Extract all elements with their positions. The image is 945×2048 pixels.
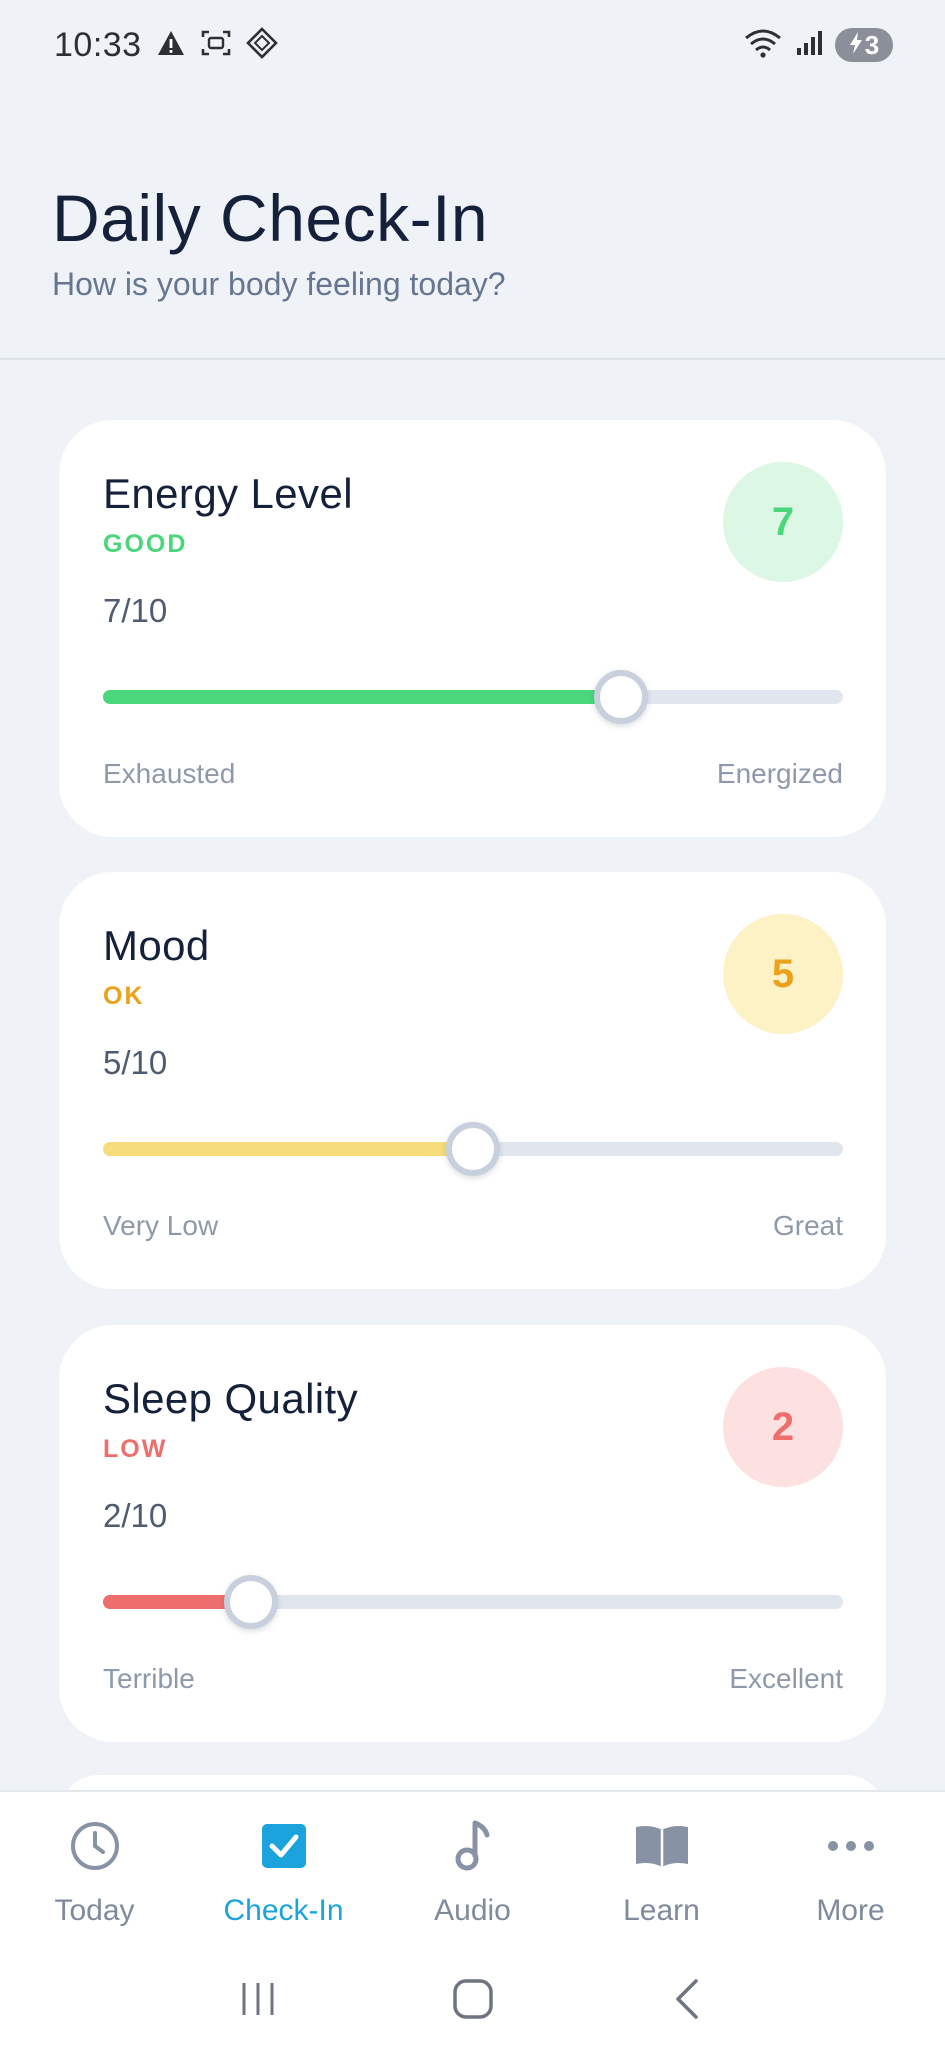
slider-thumb[interactable] xyxy=(224,1575,278,1629)
card-status-label: OK xyxy=(103,982,145,1010)
nav-label: Today xyxy=(54,1894,135,1927)
card-title: Sleep Quality xyxy=(103,1375,359,1422)
music-note-icon xyxy=(443,1816,503,1876)
home-button[interactable] xyxy=(443,1969,503,2029)
mood-slider[interactable] xyxy=(103,1122,843,1176)
page-subtitle: How is your body feeling today? xyxy=(52,266,506,302)
score-badge: 2 xyxy=(723,1367,843,1487)
nav-item-learn[interactable]: Learn xyxy=(567,1792,756,1950)
card-status-label: LOW xyxy=(103,1435,168,1463)
status-right: 3 xyxy=(743,27,893,64)
nav-label: Check-In xyxy=(223,1894,344,1927)
nav-item-more[interactable]: More xyxy=(756,1792,945,1950)
page-title: Daily Check-In xyxy=(52,181,489,255)
slider-thumb[interactable] xyxy=(446,1122,500,1176)
diamond-app-icon xyxy=(245,26,278,64)
nav-item-check-in[interactable]: Check-In xyxy=(189,1792,378,1950)
checkbox-icon xyxy=(254,1816,314,1876)
nav-item-today[interactable]: Today xyxy=(0,1792,189,1950)
more-dots-icon xyxy=(821,1816,881,1876)
energy-slider[interactable] xyxy=(103,670,843,724)
card-score-fraction: 5/10 xyxy=(103,1044,168,1081)
sleep-quality-card: Sleep Quality LOW 2/10 2 Terrible Excell… xyxy=(59,1325,886,1742)
score-badge: 5 xyxy=(723,914,843,1034)
range-max-label: Great xyxy=(772,1210,843,1241)
score-badge: 7 xyxy=(723,462,843,582)
card-status-label: GOOD xyxy=(103,530,188,558)
sleep-slider[interactable] xyxy=(103,1575,843,1629)
slider-fill xyxy=(103,690,621,704)
nav-item-audio[interactable]: Audio xyxy=(378,1792,567,1950)
screen: 10:33 3 Daily Check-In How is your body … xyxy=(0,0,945,2048)
recent-apps-button[interactable] xyxy=(228,1969,288,2029)
status-time: 10:33 xyxy=(54,25,142,64)
header: Daily Check-In How is your body feeling … xyxy=(0,90,945,360)
slider-thumb[interactable] xyxy=(594,670,648,724)
range-max-label: Excellent xyxy=(729,1663,843,1694)
battery-level: 3 xyxy=(864,29,880,60)
card-title: Energy Level xyxy=(103,470,353,517)
mood-card: Mood OK 5/10 5 Very Low Great xyxy=(59,872,886,1289)
range-max-label: Energized xyxy=(716,758,843,789)
range-min-label: Very Low xyxy=(103,1210,219,1241)
nav-label: More xyxy=(816,1894,885,1927)
range-min-label: Exhausted xyxy=(103,758,236,789)
wifi-icon xyxy=(743,27,783,64)
nav-label: Audio xyxy=(434,1894,511,1927)
card-score-fraction: 7/10 xyxy=(103,592,168,629)
back-button[interactable] xyxy=(658,1969,718,2029)
status-left: 10:33 xyxy=(54,26,278,65)
card-score-fraction: 2/10 xyxy=(103,1497,168,1534)
nav-label: Learn xyxy=(623,1894,700,1927)
energy-level-card: Energy Level GOOD 7/10 7 Exhausted Energ… xyxy=(59,420,886,837)
book-icon xyxy=(632,1816,692,1876)
signal-icon xyxy=(795,29,823,62)
bottom-nav: Today Check-In Audio Learn More xyxy=(0,1790,945,1950)
clock-icon xyxy=(65,1816,125,1876)
charging-bolt-icon xyxy=(849,30,863,61)
warning-icon xyxy=(156,29,186,62)
card-title: Mood xyxy=(103,922,210,969)
status-bar: 10:33 3 xyxy=(0,0,945,90)
screenshot-icon xyxy=(200,28,232,63)
battery-indicator: 3 xyxy=(835,28,893,62)
slider-fill xyxy=(103,1142,473,1156)
range-min-label: Terrible xyxy=(103,1663,195,1694)
system-nav-bar xyxy=(0,1950,945,2048)
